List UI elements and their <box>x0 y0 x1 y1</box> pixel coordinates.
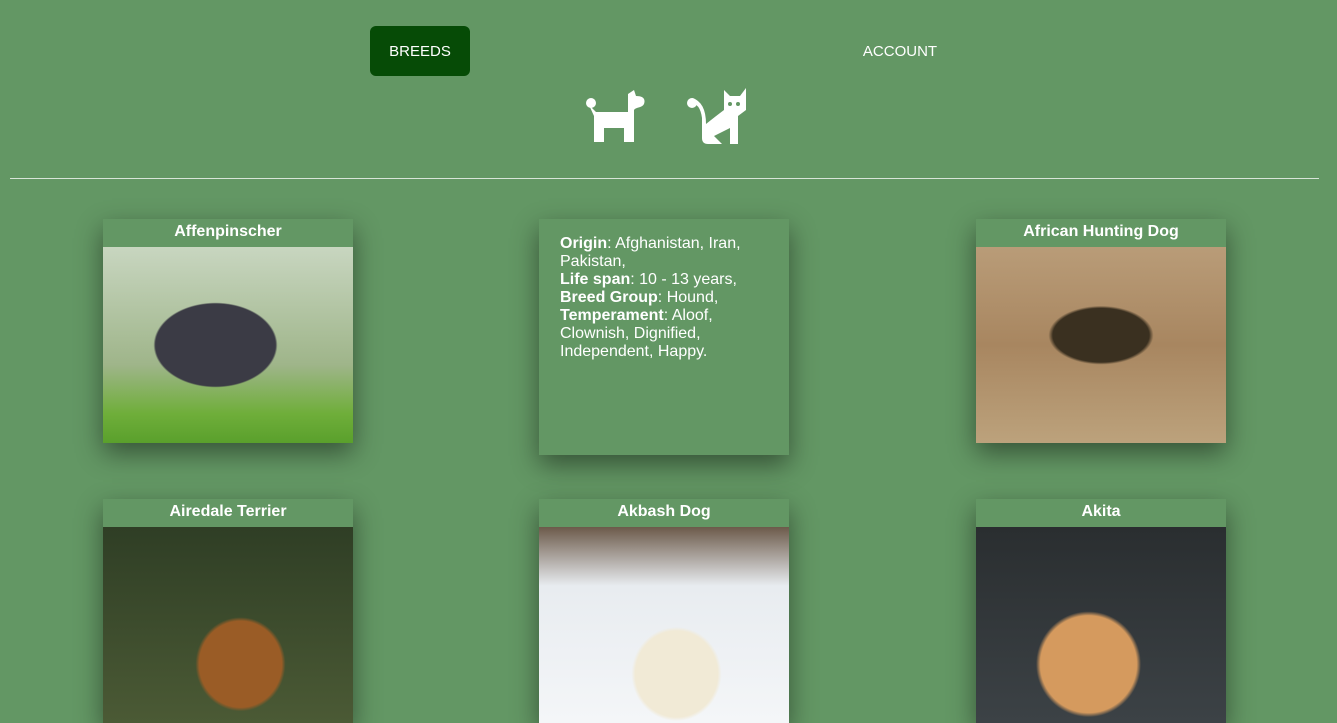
pet-type-selector <box>584 88 748 146</box>
breed-group-label: Breed Group <box>560 289 658 306</box>
breed-image <box>103 527 353 723</box>
dog-icon[interactable] <box>584 88 646 146</box>
divider <box>10 178 1319 179</box>
life-span-label: Life span <box>560 271 631 288</box>
breed-image <box>539 527 789 723</box>
breed-card[interactable]: Affenpinscher <box>103 219 353 443</box>
top-nav: BREEDS ACCOUNT <box>0 26 1337 76</box>
breed-image <box>103 247 353 443</box>
life-span-value: : 10 - 13 years, <box>630 271 737 288</box>
breed-card[interactable]: Airedale Terrier <box>103 499 353 723</box>
cat-icon[interactable] <box>686 88 748 146</box>
breed-name: African Hunting Dog <box>1023 223 1179 240</box>
breed-name: Airedale Terrier <box>169 503 287 520</box>
breed-image <box>976 247 1226 443</box>
breed-name: Affenpinscher <box>174 223 282 240</box>
breed-group-value: : Hound, <box>657 289 719 306</box>
breed-name: Akita <box>1081 503 1121 520</box>
breed-info-card[interactable]: Origin: Afghanistan, Iran, Pakistan, Lif… <box>539 219 789 455</box>
breed-card[interactable]: African Hunting Dog <box>976 219 1226 443</box>
breed-name: Akbash Dog <box>617 503 711 520</box>
breed-image <box>976 527 1226 723</box>
temperament-label: Temperament <box>560 307 664 324</box>
account-tab[interactable]: ACCOUNT <box>850 26 950 76</box>
breeds-tab[interactable]: BREEDS <box>370 26 470 76</box>
breed-card[interactable]: Akita <box>976 499 1226 723</box>
breed-card[interactable]: Akbash Dog <box>539 499 789 723</box>
origin-label: Origin <box>560 235 608 252</box>
